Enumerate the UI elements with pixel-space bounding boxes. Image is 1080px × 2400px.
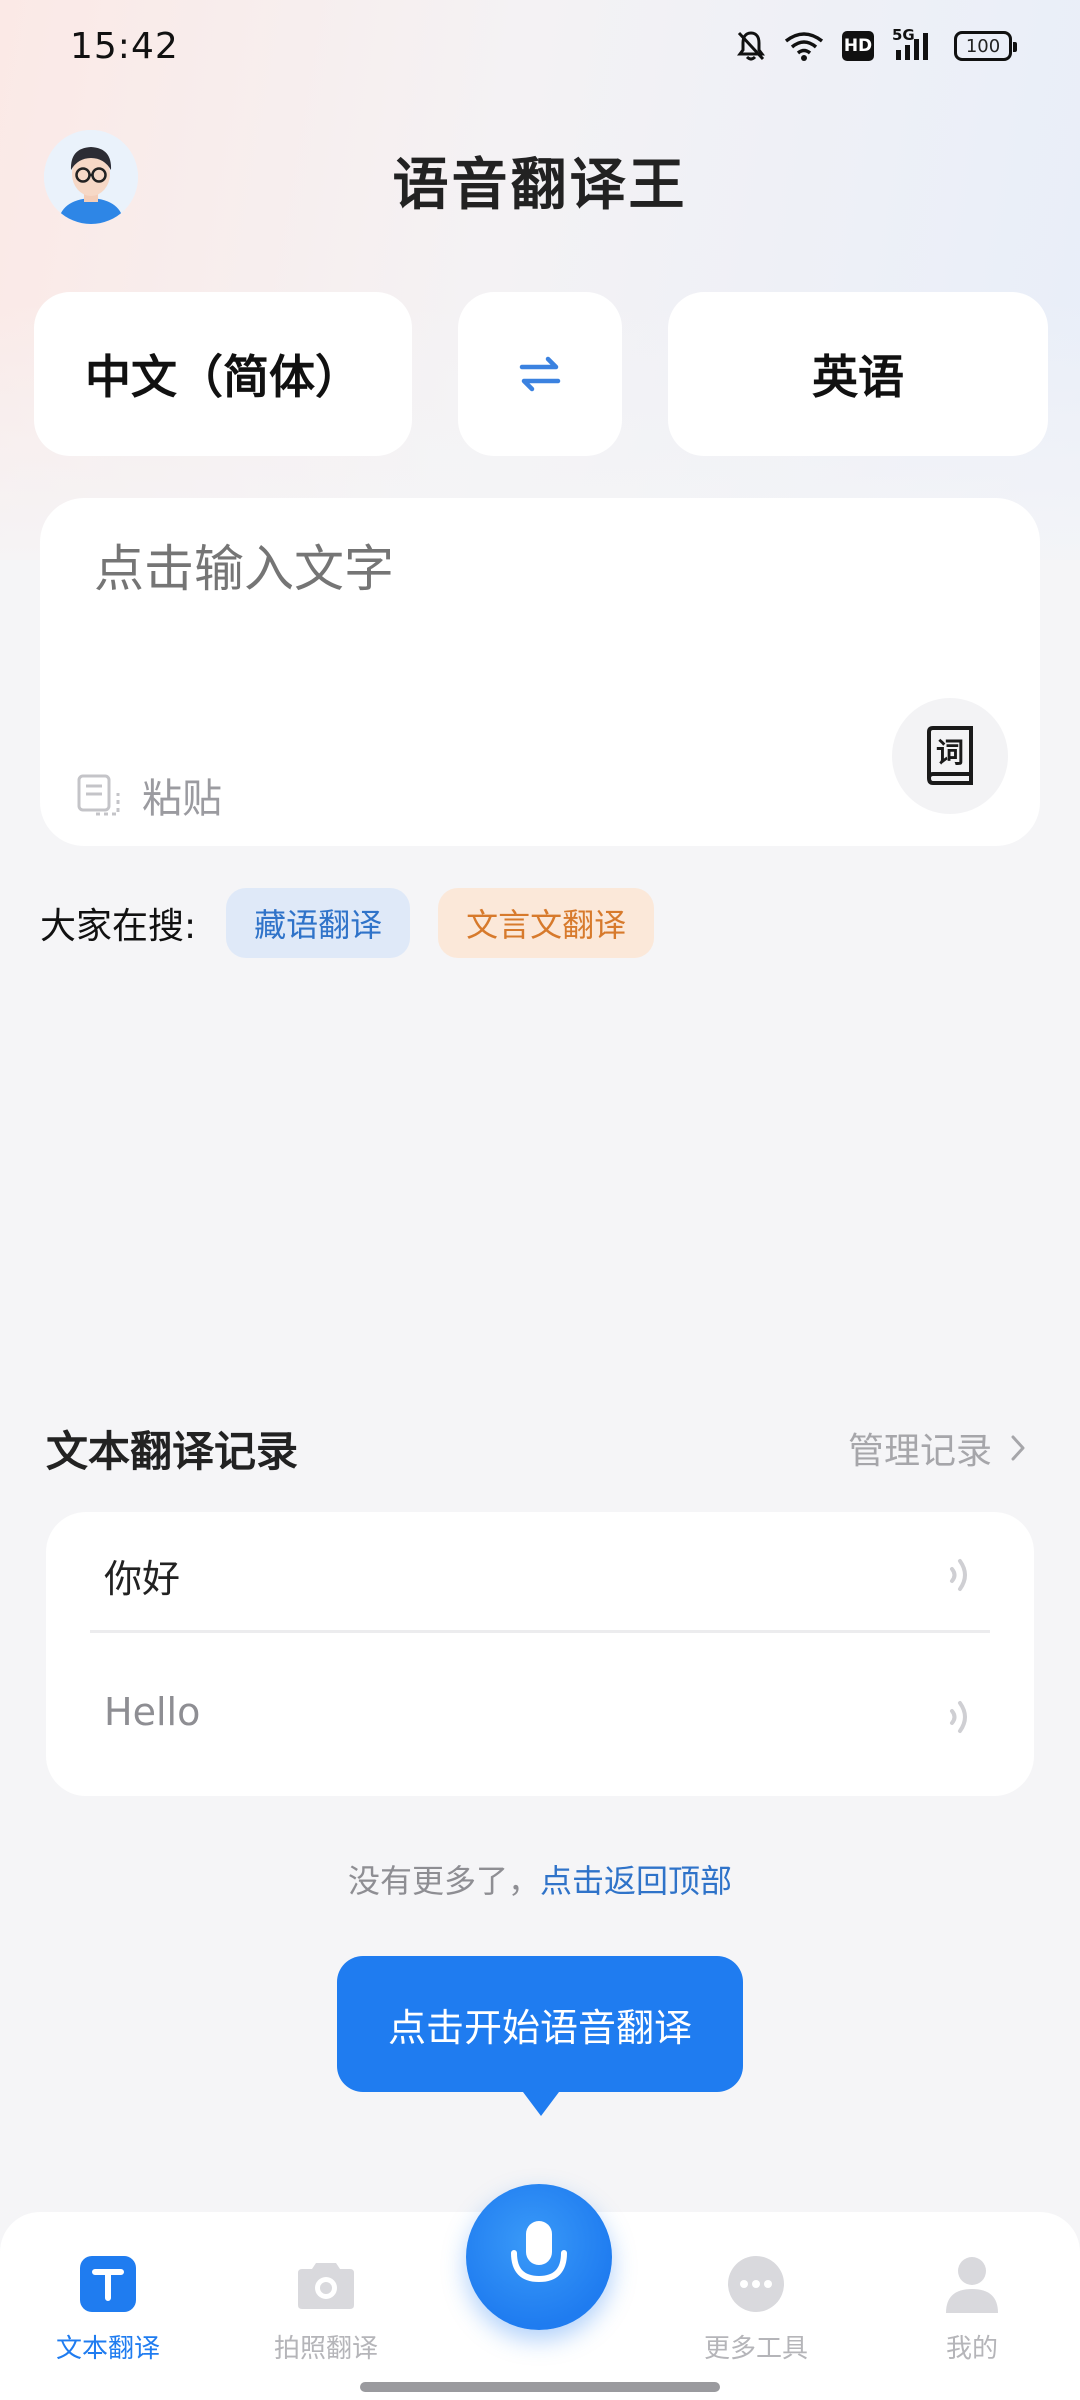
history-item[interactable]: Hello [46, 1654, 1034, 1794]
history-item[interactable]: 你好 [46, 1512, 1034, 1652]
end-of-list-note: 没有更多了，点击返回顶部 [0, 1856, 1080, 1902]
status-bar: 15:42 HD 5G 100 [0, 0, 1080, 100]
nav-label: 更多工具 [703, 2334, 808, 2364]
swap-languages-button[interactable] [458, 292, 622, 456]
home-indicator[interactable] [360, 2382, 720, 2392]
hot-search-row: 大家在搜: 藏语翻译 文言文翻译 [40, 888, 682, 958]
voice-translate-tooltip[interactable]: 点击开始语音翻译 [337, 1956, 743, 2116]
history-item-text: 你好 [104, 1557, 181, 1601]
app-title: 语音翻译王 [392, 153, 688, 218]
more-dots-icon [726, 2254, 786, 2314]
paste-button[interactable]: 粘贴 [76, 766, 222, 824]
hot-search-label: 大家在搜: [40, 906, 197, 947]
source-language-label: 中文（简体） [85, 350, 361, 404]
text-input-field[interactable] [94, 540, 794, 598]
nav-item-photo-translate[interactable]: 拍照翻译 [236, 2254, 416, 2365]
back-to-top-link[interactable]: 点击返回顶部 [540, 1862, 732, 1900]
dictionary-book-icon: 词 [927, 726, 973, 785]
history-title: 文本翻译记录 [46, 1427, 299, 1476]
nav-item-more-tools[interactable]: 更多工具 [666, 2254, 846, 2365]
target-language-label: 英语 [812, 350, 904, 404]
voice-record-button[interactable] [466, 2184, 612, 2330]
status-icons: HD 5G 100 [736, 26, 1017, 62]
chevron-right-icon [1011, 1435, 1025, 1461]
history-list: 你好 Hello [46, 1512, 1034, 1796]
target-language-button[interactable]: 英语 [668, 292, 1048, 456]
bell-muted-icon [737, 31, 765, 61]
history-header: 文本翻译记录 管理记录 [46, 1414, 1026, 1476]
status-time: 15:42 [70, 26, 179, 67]
history-divider [90, 1630, 990, 1633]
dictionary-button[interactable]: 词 [892, 698, 1008, 814]
battery-indicator: 100 [954, 31, 1017, 61]
hot-search-chip-tibetan[interactable]: 藏语翻译 [226, 888, 411, 958]
camera-icon [296, 2254, 356, 2314]
nav-label: 文本翻译 [55, 2334, 160, 2364]
dictionary-char: 词 [936, 736, 964, 769]
speaker-icon[interactable] [948, 1552, 978, 1598]
speaker-icon[interactable] [948, 1694, 978, 1740]
microphone-icon [511, 2221, 567, 2283]
history-item-text: Hello [104, 1690, 201, 1734]
paste-label: 粘贴 [142, 776, 222, 822]
wifi-icon [784, 32, 824, 61]
manage-history-link[interactable]: 管理记录 [848, 1422, 1026, 1474]
profile-icon [942, 2254, 1002, 2314]
swap-arrows-icon [519, 356, 561, 392]
manage-history-label: 管理记录 [847, 1431, 992, 1472]
hd-badge: HD [842, 31, 874, 61]
nav-label: 我的 [945, 2334, 998, 2364]
text-input-card[interactable]: 粘贴 词 [40, 498, 1040, 846]
nav-label: 拍照翻译 [273, 2334, 378, 2364]
paste-icon [77, 774, 120, 816]
text-translate-icon [78, 2254, 138, 2314]
end-of-list-text: 没有更多了， [347, 1862, 540, 1900]
hot-search-chip-classical-chinese[interactable]: 文言文翻译 [438, 888, 655, 958]
cellular-signal-icon: 5G [892, 26, 936, 62]
source-language-button[interactable]: 中文（简体） [34, 292, 412, 456]
nav-item-text-translate[interactable]: 文本翻译 [18, 2254, 198, 2365]
nav-item-profile[interactable]: 我的 [882, 2254, 1062, 2365]
